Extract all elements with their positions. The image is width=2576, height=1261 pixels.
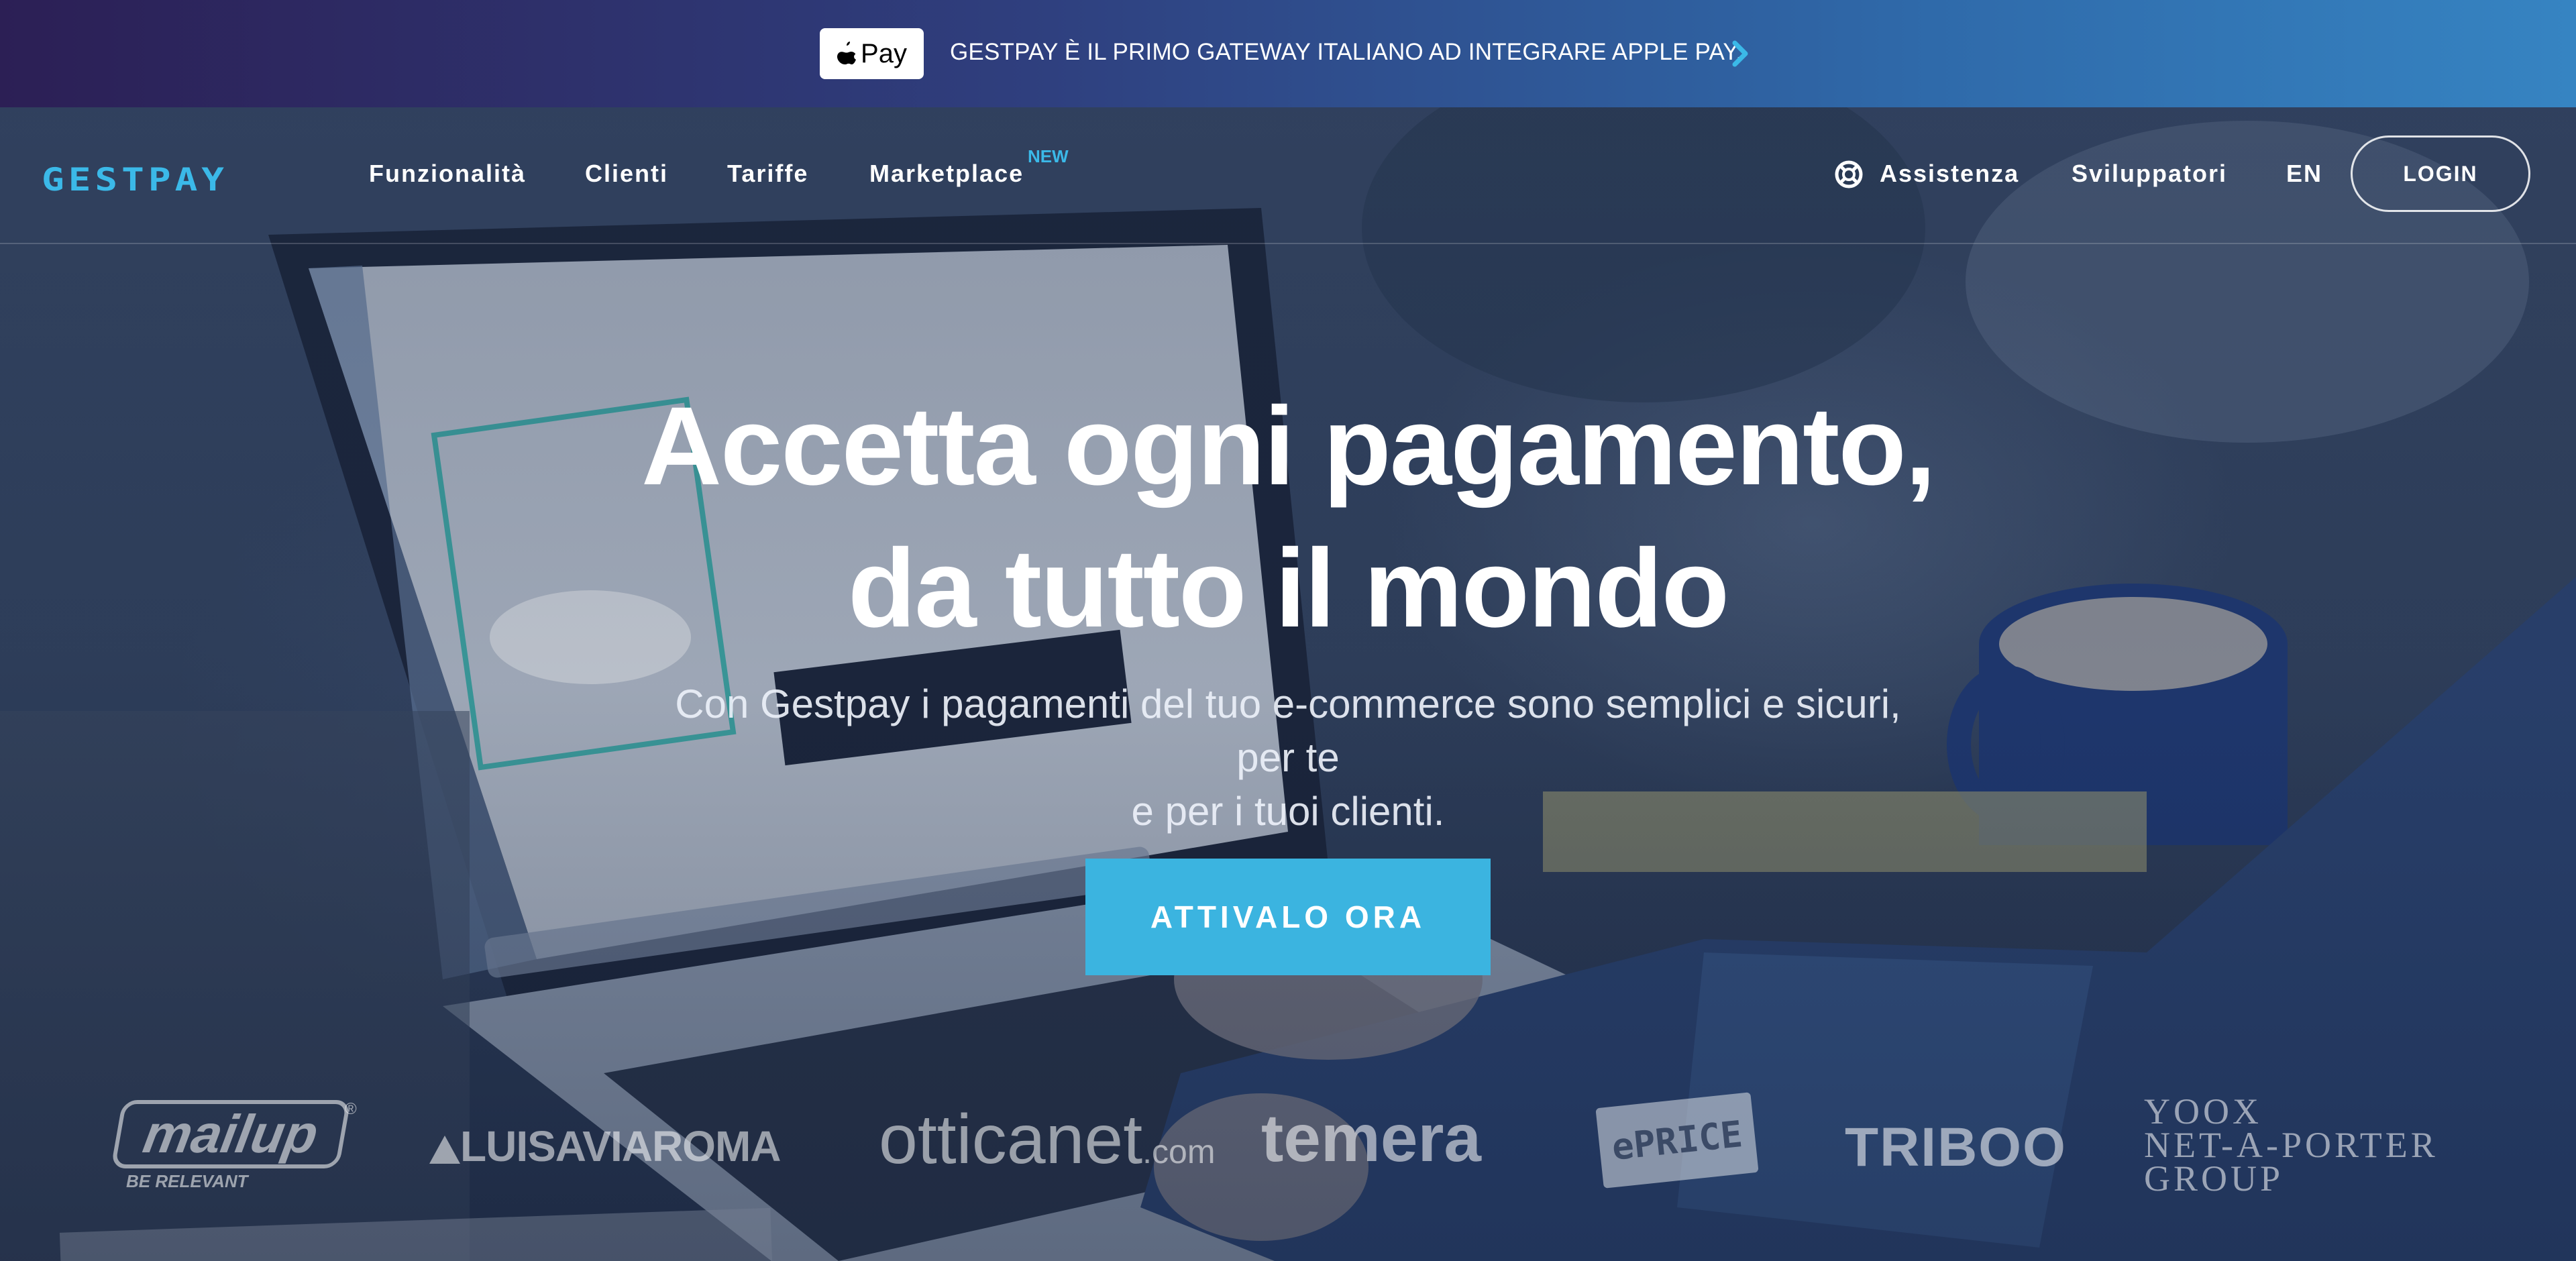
apple-pay-badge: Pay [820, 28, 924, 79]
client-logo-triboo: TRIBOO [1845, 1117, 2067, 1178]
client-logo-temera: temera [1261, 1101, 1481, 1176]
apple-icon [837, 42, 857, 65]
mailup-tagline: BE RELEVANT [126, 1171, 248, 1191]
banner-announcement[interactable]: GESTPAY È IL PRIMO GATEWAY ITALIANO AD I… [950, 39, 1742, 68]
hero-subtitle-line1: Con Gestpay i pagamenti del tuo e-commer… [675, 681, 1901, 780]
client-logo-luisaviaroma: LUISAVIAROMA [429, 1121, 781, 1171]
apple-pay-label: Pay [861, 38, 907, 68]
hero-subtitle-line2: e per i tuoi clienti. [1131, 789, 1445, 834]
otticanet-suffix: .com [1142, 1133, 1216, 1170]
nav-item-sviluppatori[interactable]: Sviluppatori [2072, 160, 2227, 190]
new-badge: NEW [1028, 146, 1069, 166]
yoox-line2: NET-A-PORTER [2144, 1125, 2438, 1165]
nav-item-clienti[interactable]: Clienti [585, 160, 668, 190]
hero-subtitle: Con Gestpay i pagamenti del tuo e-commer… [644, 677, 1932, 838]
hero-headline: Accetta ogni pagamento, da tutto il mond… [0, 376, 2576, 660]
attivalo-ora-button[interactable]: ATTIVALO ORA [1085, 859, 1491, 975]
client-logo-mailup: mailup ® BE RELEVANT [111, 1100, 358, 1194]
otticanet-wordmark: otticanet [879, 1101, 1143, 1178]
client-logo-eprice: ePRICE [1595, 1092, 1759, 1189]
gestpay-logo[interactable]: GESTPAY [42, 162, 228, 199]
mailup-wordmark: mailup [111, 1100, 351, 1168]
nav-item-funzionalita[interactable]: Funzionalità [369, 160, 526, 190]
top-banner[interactable]: Pay GESTPAY È IL PRIMO GATEWAY ITALIANO … [0, 0, 2576, 107]
luisaviaroma-wordmark: LUISAVIAROMA [460, 1122, 781, 1170]
client-logo-otticanet: otticanet.com [879, 1100, 1216, 1180]
nav-item-assistenza[interactable]: Assistenza [1880, 160, 2019, 190]
hero-headline-line2: da tutto il mondo [847, 527, 1729, 651]
mailup-registered-mark: ® [345, 1100, 357, 1118]
yoox-line3: GROUP [2144, 1158, 2284, 1199]
yoox-line1: YOOX [2144, 1091, 2262, 1132]
lifebuoy-icon[interactable] [1834, 160, 1864, 189]
eprice-wordmark: ePRICE [1595, 1092, 1759, 1189]
hero-headline-line1: Accetta ogni pagamento, [641, 384, 1936, 508]
nav-item-marketplace[interactable]: Marketplace [869, 160, 1024, 190]
chevron-right-icon[interactable] [1731, 39, 1750, 68]
triangle-icon [429, 1136, 460, 1164]
language-switch[interactable]: EN [2286, 160, 2322, 190]
login-button[interactable]: LOGIN [2351, 135, 2530, 212]
nav-item-tariffe[interactable]: Tariffe [727, 160, 808, 190]
client-logo-yoox-net-a-porter: YOOX NET-A-PORTER GROUP [2144, 1091, 2438, 1199]
